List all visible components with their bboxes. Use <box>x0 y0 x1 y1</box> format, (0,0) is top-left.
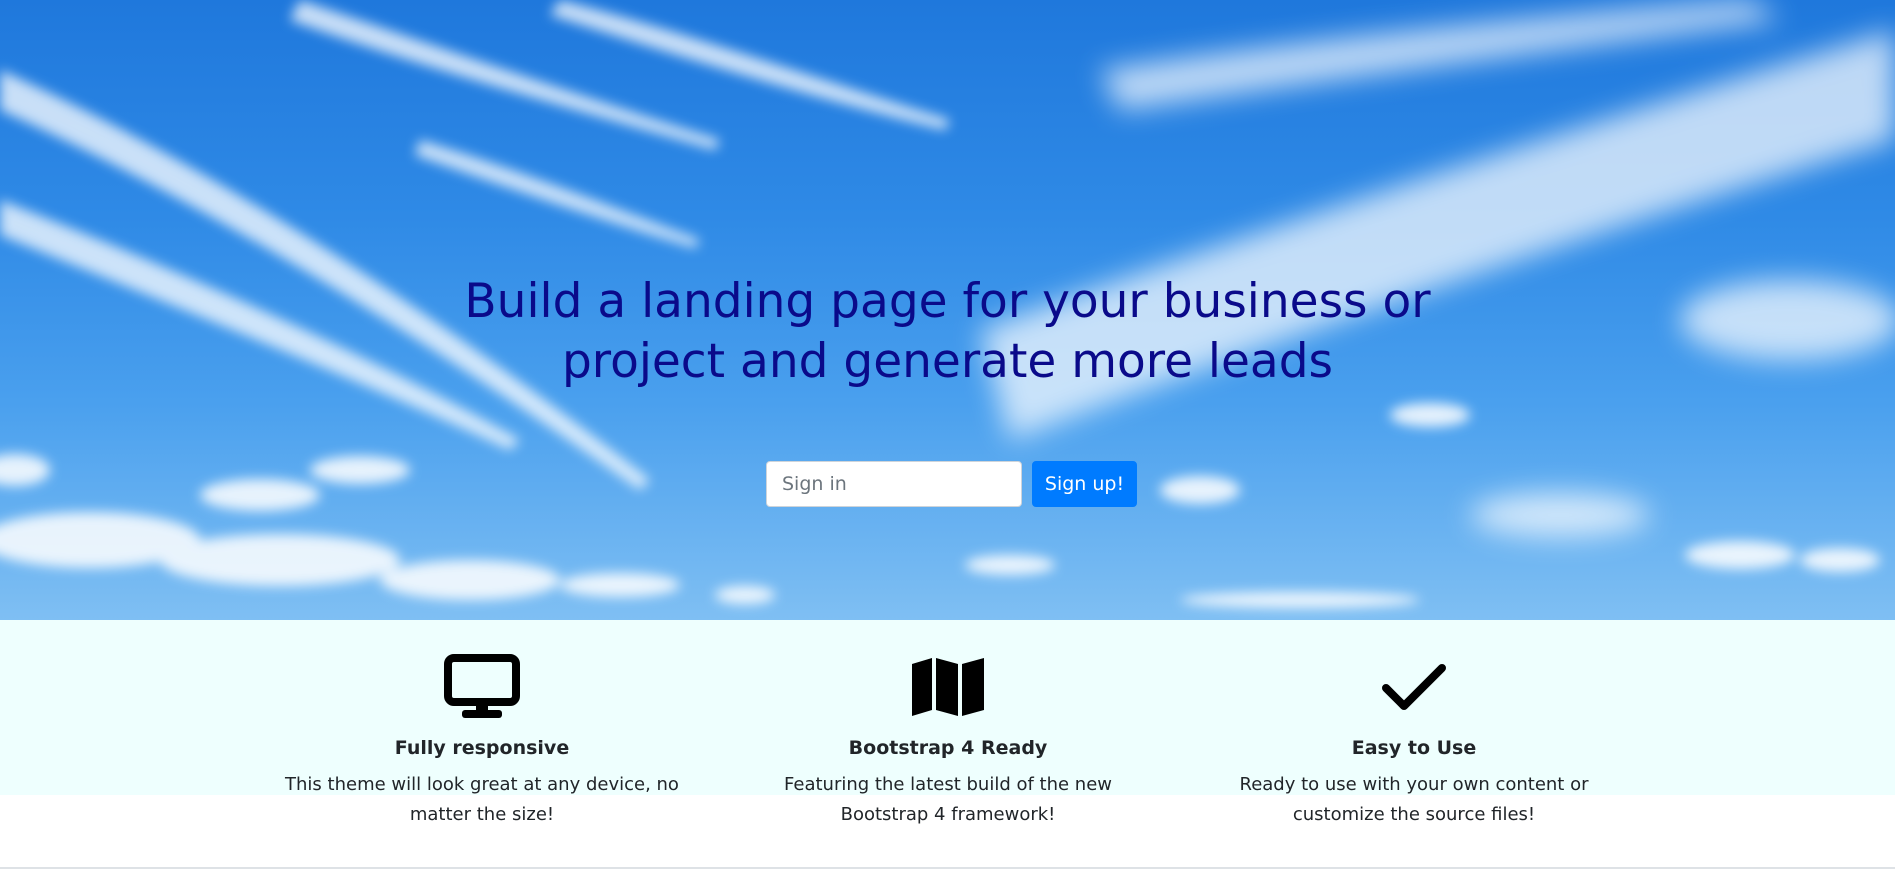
hero-title-line-1: Build a landing page for your business o… <box>464 274 1431 329</box>
feature-text: Ready to use with your own content or cu… <box>1239 774 1589 825</box>
check-icon <box>1204 650 1624 724</box>
feature-title: Easy to Use <box>1351 737 1477 759</box>
feature-title: Bootstrap 4 Ready <box>848 737 1048 759</box>
signup-form: Sign up! <box>766 461 1137 509</box>
feature-bootstrap-ready: Bootstrap 4 Ready Featuring the latest b… <box>738 650 1158 830</box>
feature-text: Featuring the latest build of the new Bo… <box>784 774 1112 825</box>
feature-fully-responsive: Fully responsive This theme will look gr… <box>272 650 692 830</box>
feature-text: This theme will look great at any device… <box>285 774 679 825</box>
map-icon <box>738 650 1158 724</box>
signup-button[interactable]: Sign up! <box>1032 461 1137 507</box>
feature-title: Fully responsive <box>394 737 570 759</box>
feature-easy-to-use: Easy to Use Ready to use with your own c… <box>1204 650 1624 830</box>
signin-input[interactable] <box>766 461 1022 507</box>
desktop-icon <box>272 650 692 724</box>
hero-section: Build a landing page for your business o… <box>0 0 1895 620</box>
hero-title: Build a landing page for your business o… <box>0 272 1895 392</box>
section-divider <box>0 867 1895 869</box>
hero-title-line-2: project and generate more leads <box>561 334 1334 389</box>
